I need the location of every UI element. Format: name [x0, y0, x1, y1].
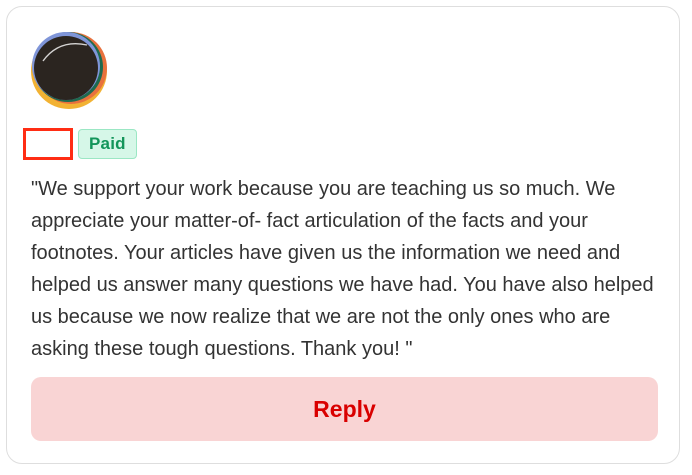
- paid-badge: Paid: [78, 129, 137, 159]
- comment-text: "We support your work because you are te…: [31, 178, 654, 360]
- author-name-highlight[interactable]: [23, 128, 73, 160]
- avatar[interactable]: [29, 31, 109, 111]
- comment-card: Paid "We support your work because you a…: [6, 6, 680, 464]
- author-row: Paid: [23, 125, 137, 163]
- abstract-avatar-icon: [31, 32, 107, 109]
- reply-button[interactable]: Reply: [31, 377, 658, 441]
